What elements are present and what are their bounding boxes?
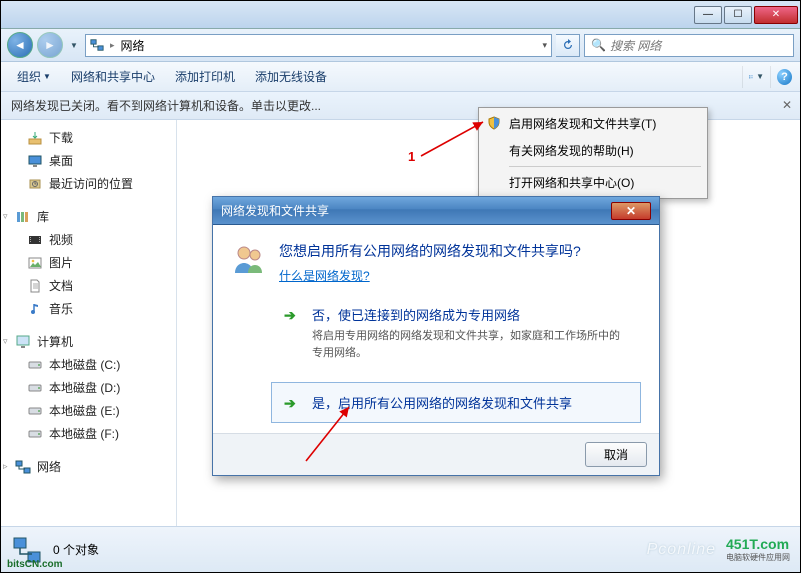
sidebar-item-recent[interactable]: 最近访问的位置 (1, 172, 176, 195)
pictures-icon (27, 255, 43, 271)
status-bar: 0 个对象 Pconline 451T.com 电脑软硬件应用网 (1, 526, 800, 572)
option-yes-public[interactable]: ➔ 是，启用所有公用网络的网络发现和文件共享 (271, 382, 641, 423)
documents-icon (27, 278, 43, 294)
watermark-corner: bitsCN.com (7, 559, 63, 570)
sidebar-item-desktop[interactable]: 桌面 (1, 149, 176, 172)
option-title: 是，启用所有公用网络的网络发现和文件共享 (312, 393, 628, 412)
context-menu: 启用网络发现和文件共享(T) 有关网络发现的帮助(H) 打开网络和共享中心(O) (478, 107, 708, 199)
disk-icon (27, 357, 43, 373)
shield-icon (487, 116, 503, 132)
disk-icon (27, 403, 43, 419)
collapse-icon[interactable]: ▿ (3, 211, 8, 222)
sidebar-computer-header[interactable]: ▿ 计算机 (1, 330, 176, 353)
breadcrumb-sep: ▸ (110, 40, 115, 51)
sidebar-item-videos[interactable]: 视频 (1, 228, 176, 251)
breadcrumb-location: 网络 (121, 37, 145, 54)
recent-icon (27, 176, 43, 192)
navigation-pane: 下载 桌面 最近访问的位置 ▿ 库 视频 图片 文档 音乐 (1, 120, 177, 526)
downloads-icon (27, 130, 43, 146)
back-button[interactable]: ◄ (7, 32, 33, 58)
expand-icon[interactable]: ▹ (3, 461, 8, 472)
ctx-enable-discovery[interactable]: 启用网络发现和文件共享(T) (481, 110, 705, 137)
sidebar-item-downloads[interactable]: 下载 (1, 126, 176, 149)
info-bar-close[interactable]: ✕ (782, 98, 792, 112)
forward-button[interactable]: ► (37, 32, 63, 58)
computer-icon (15, 334, 31, 350)
sidebar-item-disk-e[interactable]: 本地磁盘 (E:) (1, 399, 176, 422)
dialog-close-button[interactable]: ✕ (611, 202, 651, 220)
help-button[interactable]: ? (770, 66, 792, 88)
disk-icon (27, 426, 43, 442)
dialog-titlebar: 网络发现和文件共享 ✕ (213, 197, 659, 225)
option-desc: 将启用专用网络的网络发现和文件共享，如家庭和工作场所中的专用网络。 (312, 328, 628, 361)
network-icon (90, 38, 104, 52)
videos-icon (27, 232, 43, 248)
refresh-button[interactable] (556, 34, 580, 57)
users-icon (231, 241, 267, 277)
libraries-icon (15, 209, 31, 225)
watermark-site: 451T.com 电脑软硬件应用网 (726, 536, 790, 563)
maximize-button[interactable]: ☐ (724, 6, 752, 24)
option-title: 否，使已连接到的网络成为专用网络 (312, 305, 628, 324)
sidebar-item-disk-c[interactable]: 本地磁盘 (C:) (1, 353, 176, 376)
navigation-bar: ◄ ► ▼ ▸ 网络 ▾ 🔍 搜索 网络 (1, 29, 800, 62)
status-count: 0 个对象 (53, 541, 99, 558)
search-input[interactable]: 🔍 搜索 网络 (584, 34, 794, 57)
address-bar[interactable]: ▸ 网络 ▾ (85, 34, 552, 57)
sidebar-libraries-header[interactable]: ▿ 库 (1, 205, 176, 228)
sidebar-network-header[interactable]: ▹ 网络 (1, 455, 176, 478)
window-titlebar: — ☐ ✕ (1, 1, 800, 29)
close-button[interactable]: ✕ (754, 6, 798, 24)
disk-icon (27, 380, 43, 396)
dialog-title: 网络发现和文件共享 (221, 202, 329, 219)
search-icon: 🔍 (591, 38, 606, 52)
ctx-open-center[interactable]: 打开网络和共享中心(O) (481, 169, 705, 196)
dialog-footer: 取消 (213, 433, 659, 475)
collapse-icon[interactable]: ▿ (3, 336, 8, 347)
cancel-button[interactable]: 取消 (585, 442, 647, 467)
ctx-help[interactable]: 有关网络发现的帮助(H) (481, 137, 705, 164)
add-wireless-button[interactable]: 添加无线设备 (247, 64, 335, 89)
music-icon (27, 301, 43, 317)
sidebar-item-music[interactable]: 音乐 (1, 297, 176, 320)
network-sharing-center-button[interactable]: 网络和共享中心 (63, 64, 163, 89)
dialog-question: 您想启用所有公用网络的网络发现和文件共享吗? (279, 241, 581, 261)
nav-history-dropdown[interactable]: ▼ (67, 35, 81, 55)
network-icon (15, 459, 31, 475)
menu-separator (509, 166, 701, 167)
what-is-link[interactable]: 什么是网络发现? (279, 267, 370, 284)
info-bar-message: 网络发现已关闭。看不到网络计算机和设备。单击以更改... (11, 97, 321, 114)
search-placeholder: 搜索 网络 (610, 37, 661, 54)
option-no-private[interactable]: ➔ 否，使已连接到的网络成为专用网络 将启用专用网络的网络发现和文件共享，如家庭… (271, 294, 641, 372)
help-icon: ? (777, 69, 792, 85)
arrow-icon: ➔ (284, 395, 296, 412)
sidebar-item-disk-f[interactable]: 本地磁盘 (F:) (1, 422, 176, 445)
network-discovery-dialog: 网络发现和文件共享 ✕ 您想启用所有公用网络的网络发现和文件共享吗? 什么是网络… (212, 196, 660, 476)
desktop-icon (27, 153, 43, 169)
sidebar-item-disk-d[interactable]: 本地磁盘 (D:) (1, 376, 176, 399)
view-options-button[interactable]: ▼ (742, 66, 764, 88)
organize-menu[interactable]: 组织▼ (9, 64, 59, 89)
minimize-button[interactable]: — (694, 6, 722, 24)
command-toolbar: 组织▼ 网络和共享中心 添加打印机 添加无线设备 ▼ ? (1, 62, 800, 92)
add-printer-button[interactable]: 添加打印机 (167, 64, 243, 89)
annotation-1: 1 (408, 149, 415, 164)
arrow-icon: ➔ (284, 307, 296, 324)
breadcrumb-dropdown-icon[interactable]: ▾ (542, 40, 547, 51)
watermark-pconline: Pconline (647, 541, 716, 559)
sidebar-item-pictures[interactable]: 图片 (1, 251, 176, 274)
sidebar-item-documents[interactable]: 文档 (1, 274, 176, 297)
